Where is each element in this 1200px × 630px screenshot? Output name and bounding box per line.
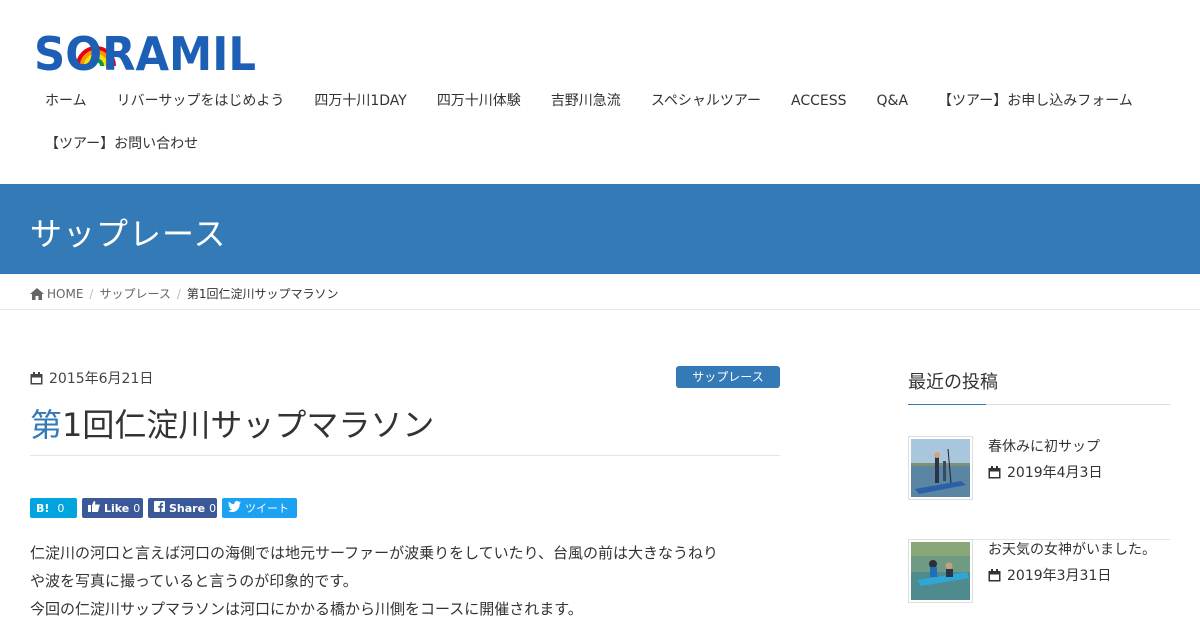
- page-title: サップレース: [30, 215, 227, 253]
- post-thumbnail[interactable]: [908, 436, 973, 500]
- nav-tour-contact[interactable]: 【ツアー】お問い合わせ: [30, 123, 213, 166]
- nav-special-tour[interactable]: スペシャルツアー: [636, 80, 776, 123]
- nav-tour-application-form[interactable]: 【ツアー】お申し込みフォーム: [923, 80, 1148, 123]
- entry-date-text: 2015年6月21日: [49, 371, 154, 387]
- nav-qa[interactable]: Q&A: [862, 80, 924, 123]
- facebook-icon: [154, 501, 165, 515]
- logo-text: SORAMIL: [34, 27, 256, 78]
- site-header: SORAMIL ホーム リバーサップをはじめよう 四万十川1DAY 四万十川体験…: [0, 0, 1200, 184]
- site-logo[interactable]: SORAMIL: [34, 22, 274, 78]
- recent-post-item[interactable]: 春休みに初サップ 2019年4月3日: [908, 436, 1170, 540]
- recent-post-title[interactable]: お天気の女神がいました。: [988, 539, 1156, 559]
- facebook-share-count: 0: [209, 501, 217, 515]
- breadcrumb-separator: /: [176, 286, 181, 301]
- breadcrumb-home[interactable]: HOME: [30, 285, 83, 302]
- nav-yoshino-rapids[interactable]: 吉野川急流: [536, 80, 636, 123]
- breadcrumb-home-label: HOME: [47, 286, 84, 301]
- entry-body: 仁淀川の河口と言えば河口の海側では地元サーファーが波乗りをしていたり、台風の前は…: [30, 539, 780, 623]
- entry-title-rest: 1回仁淀川サップマラソン: [62, 406, 435, 444]
- nav-access[interactable]: ACCESS: [776, 80, 862, 123]
- tweet-label: ツイート: [245, 502, 289, 515]
- nav-shimanto-experience[interactable]: 四万十川体験: [422, 80, 536, 123]
- recent-post-title[interactable]: 春休みに初サップ: [988, 436, 1100, 456]
- page-header: サップレース: [0, 184, 1200, 274]
- tweet-button[interactable]: ツイート: [222, 498, 297, 518]
- nav-home[interactable]: ホーム: [30, 80, 102, 123]
- thumbs-up-icon: [88, 501, 100, 515]
- hatena-icon: B!: [36, 501, 50, 515]
- recent-post-date-text: 2019年4月3日: [1007, 465, 1103, 481]
- breadcrumb-current: 第1回仁淀川サップマラソン: [186, 287, 339, 301]
- recent-post-item[interactable]: お天気の女神がいました。 2019年3月31日: [908, 539, 1170, 630]
- twitter-icon: [228, 501, 241, 515]
- body-line: や波を写真に撮っていると言うのが印象的です。: [30, 572, 358, 590]
- hatena-bookmark-button[interactable]: B! 0: [30, 498, 77, 518]
- facebook-like-button[interactable]: Like 0: [82, 498, 143, 518]
- calendar-icon: [988, 568, 1001, 582]
- entry-date: 2015年6月21日: [30, 368, 153, 388]
- breadcrumb-separator: /: [89, 286, 94, 301]
- global-nav: ホーム リバーサップをはじめよう 四万十川1DAY 四万十川体験 吉野川急流 ス…: [30, 80, 1190, 166]
- share-buttons: B! 0 Like 0 Share 0 ツイート: [30, 498, 302, 518]
- hatena-count: 0: [57, 501, 65, 515]
- facebook-like-label: Like: [104, 501, 130, 515]
- calendar-icon: [30, 371, 43, 385]
- body-line: 仁淀川の河口と言えば河口の海側では地元サーファーが波乗りをしていたり、台風の前は…: [30, 544, 719, 562]
- facebook-like-count: 0: [133, 501, 141, 515]
- home-icon: [30, 287, 44, 300]
- recent-post-date: 2019年4月3日: [988, 462, 1102, 482]
- entry-title-first-char: 第: [30, 406, 63, 444]
- body-line: 今回の仁淀川サップマラソンは河口にかかる橋から川側をコースに開催されます。: [30, 600, 583, 618]
- facebook-share-button[interactable]: Share 0: [148, 498, 217, 518]
- recent-post-date-text: 2019年3月31日: [1007, 568, 1112, 584]
- nav-shimanto-1day[interactable]: 四万十川1DAY: [299, 80, 421, 123]
- breadcrumb: HOME / サップレース / 第1回仁淀川サップマラソン: [0, 274, 1200, 310]
- logo-graphic: SORAMIL: [34, 27, 256, 78]
- recent-post-date: 2019年3月31日: [988, 565, 1111, 585]
- breadcrumb-category[interactable]: サップレース: [99, 285, 170, 302]
- category-badge[interactable]: サップレース: [676, 366, 780, 388]
- post-thumbnail[interactable]: [908, 539, 973, 603]
- entry-title: 第1回仁淀川サップマラソン: [30, 400, 780, 456]
- nav-river-sup-start[interactable]: リバーサップをはじめよう: [102, 80, 300, 123]
- calendar-icon: [988, 465, 1001, 479]
- facebook-share-label: Share: [169, 501, 206, 515]
- recent-posts-title: 最近の投稿: [908, 368, 1170, 405]
